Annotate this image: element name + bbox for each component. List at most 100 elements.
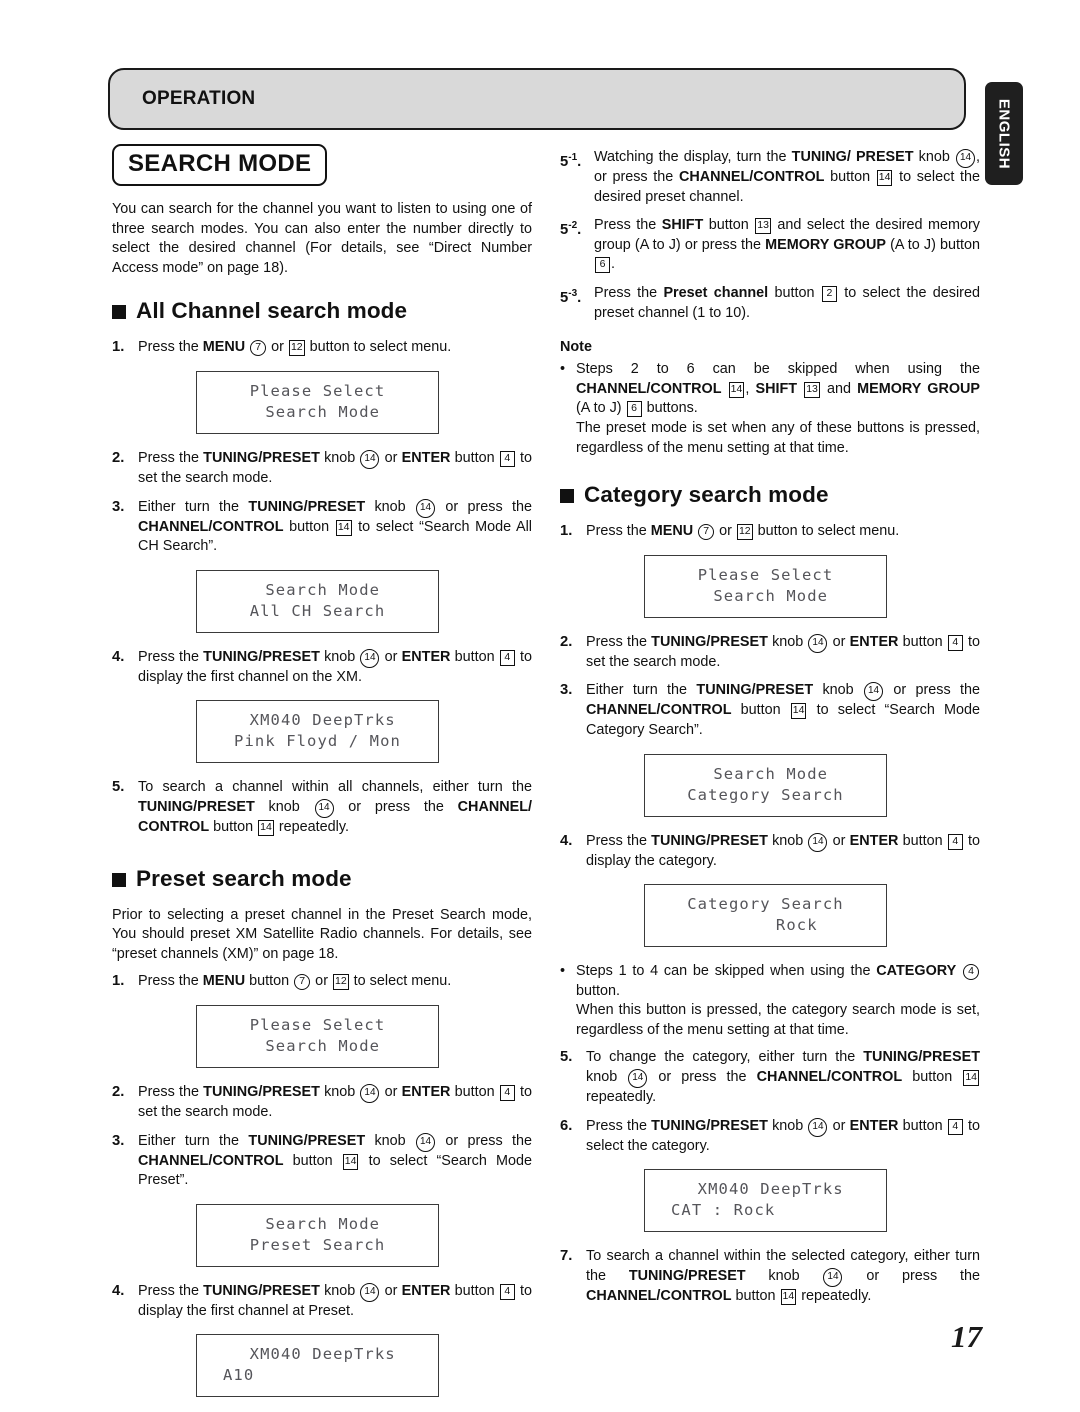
step-number: 3. xyxy=(112,1132,125,1149)
step-text: Press the MENU 7 or 12 button to select … xyxy=(138,339,452,357)
category-bullet-text: Steps 1 to 4 can be skipped when using t… xyxy=(576,963,980,1038)
subheading-category-search: Category search mode xyxy=(560,482,980,508)
language-tab-label: ENGLISH xyxy=(995,98,1013,169)
step-item: 1. Press the MENU 7 or 12 button to sele… xyxy=(560,522,980,542)
lcd-line-1: Search Mode xyxy=(254,580,381,599)
bullet-square-icon xyxy=(560,489,574,504)
subheading-preset-label: Preset search mode xyxy=(136,865,352,891)
step-text: Press the TUNING/PRESET knob 14 or ENTER… xyxy=(138,449,533,486)
lcd-line-1: XM040 DeepTrks xyxy=(239,1345,396,1364)
lcd-display: Category Search Rock xyxy=(644,884,887,948)
step-number: 2. xyxy=(112,449,125,466)
lcd-display: Please Select Search Mode xyxy=(196,1004,439,1068)
step-text: Press the MENU button 7 or 12 to select … xyxy=(138,973,452,991)
lcd-line-2: A10 xyxy=(223,1366,255,1385)
lcd-line-1: Search Mode xyxy=(702,764,829,783)
substep-text: Watching the display, turn the TUNING/ P… xyxy=(594,149,981,205)
step-number: 2. xyxy=(560,633,573,650)
lcd-line-2: Search Mode xyxy=(254,402,381,421)
step-text: Either turn the TUNING/PRESET knob 14 or… xyxy=(138,498,533,555)
bullet-dot-icon: • xyxy=(560,361,566,378)
step-item: 1. Press the MENU button 7 or 12 to sele… xyxy=(112,972,532,992)
lcd-line-2: Pink Floyd / Mon xyxy=(234,732,401,751)
step-number: 1. xyxy=(112,973,125,990)
step-number: 1. xyxy=(112,339,125,356)
lcd-line-1: Search Mode xyxy=(254,1214,381,1233)
step-text: Press the TUNING/PRESET knob 14 or ENTER… xyxy=(586,633,981,670)
right-column: 5-1. Watching the display, turn the TUNI… xyxy=(560,140,980,1315)
subheading-all-channel-search: All Channel search mode xyxy=(112,298,532,324)
step-text: Press the MENU 7 or 12 button to select … xyxy=(586,523,900,541)
step-text: Either turn the TUNING/PRESET knob 14 or… xyxy=(138,1132,533,1189)
substep-text: Press the Preset channel button 2 to sel… xyxy=(594,284,980,321)
note-heading: Note xyxy=(560,339,592,356)
step-item: 4. Press the TUNING/PRESET knob 14 or EN… xyxy=(560,832,980,872)
step-text: To search a channel within all channels,… xyxy=(138,779,533,836)
lcd-display: Search Mode Category Search xyxy=(644,753,887,817)
substep-item: 5-1. Watching the display, turn the TUNI… xyxy=(560,148,980,207)
step-text: To change the category, either turn the … xyxy=(586,1049,980,1106)
subheading-preset-search: Preset search mode xyxy=(112,866,532,892)
lcd-line-2: Rock xyxy=(713,916,818,935)
step-text: Press the TUNING/PRESET knob 14 or ENTER… xyxy=(138,1282,533,1319)
step-item: 4. Press the TUNING/PRESET knob 14 or EN… xyxy=(112,1282,532,1322)
lcd-display: XM040 DeepTrks Pink Floyd / Mon xyxy=(196,700,439,764)
step-number: 1. xyxy=(560,523,573,540)
step-text: Press the TUNING/PRESET knob 14 or ENTER… xyxy=(138,648,533,685)
step-number: 3. xyxy=(560,682,573,699)
step-item: 3. Either turn the TUNING/PRESET knob 14… xyxy=(112,1132,532,1191)
step-item: 5. To search a channel within all channe… xyxy=(112,778,532,837)
subheading-category-label: Category search mode xyxy=(584,482,829,508)
lcd-line-2: All CH Search xyxy=(249,601,386,620)
lcd-line-1: Please Select xyxy=(697,565,834,584)
lcd-line-2: Search Mode xyxy=(254,1036,381,1055)
step-item: 2. Press the TUNING/PRESET knob 14 or EN… xyxy=(560,633,980,673)
substep-number: 5-2. xyxy=(560,220,582,239)
lcd-line-1: Please Select xyxy=(249,381,386,400)
step-number: 6. xyxy=(560,1117,573,1134)
step-number: 4. xyxy=(112,1282,125,1299)
step-text: To search a channel within the selected … xyxy=(586,1248,980,1305)
step-text: Press the TUNING/PRESET knob 14 or ENTER… xyxy=(586,832,981,869)
page-number: 17 xyxy=(951,1319,982,1354)
subheading-all-channel-label: All Channel search mode xyxy=(136,298,408,324)
manual-page: OPERATION ENGLISH SEARCH MODE You can se… xyxy=(0,0,1080,1398)
page-title-pill: SEARCH MODE xyxy=(112,144,328,186)
step-number: 4. xyxy=(560,832,573,849)
substep-number: 5-3. xyxy=(560,287,582,306)
step-number: 5. xyxy=(112,779,125,796)
substep-number: 5-1. xyxy=(560,152,582,170)
step-item: 7. To search a channel within the select… xyxy=(560,1247,980,1306)
operation-section-bar: OPERATION xyxy=(108,68,966,130)
step-item: 3. Either turn the TUNING/PRESET knob 14… xyxy=(112,498,532,557)
step-number: 7. xyxy=(560,1248,573,1265)
substep-text: Press the SHIFT button 13 and select the… xyxy=(594,217,980,274)
lcd-line-1: Category Search xyxy=(687,895,844,914)
step-item: 5. To change the category, either turn t… xyxy=(560,1048,980,1107)
step-text: Either turn the TUNING/PRESET knob 14 or… xyxy=(586,682,981,738)
lcd-line-1: XM040 DeepTrks xyxy=(687,1180,844,1199)
lcd-line-2: CAT : Rock xyxy=(671,1201,776,1220)
bullet-square-icon xyxy=(112,872,126,887)
category-bullet: • Steps 1 to 4 can be skipped when using… xyxy=(560,962,980,1040)
step-item: 4. Press the TUNING/PRESET knob 14 or EN… xyxy=(112,648,532,688)
preset-intro-paragraph: Prior to selecting a preset channel in t… xyxy=(112,906,532,962)
substep-item: 5-2. Press the SHIFT button 13 and selec… xyxy=(560,216,980,275)
lcd-display: XM040 DeepTrks CAT : Rock xyxy=(644,1169,887,1233)
lcd-display: Search Mode All CH Search xyxy=(196,569,439,633)
step-item: 6. Press the TUNING/PRESET knob 14 or EN… xyxy=(560,1117,980,1157)
page-title: SEARCH MODE xyxy=(128,150,312,177)
step-text: Press the TUNING/PRESET knob 14 or ENTER… xyxy=(586,1117,981,1154)
lcd-display: XM040 DeepTrks A10 xyxy=(196,1334,439,1398)
step-text: Press the TUNING/PRESET knob 14 or ENTER… xyxy=(138,1083,533,1120)
lcd-display: Please Select Search Mode xyxy=(196,370,439,434)
substep-item: 5-3. Press the Preset channel button 2 t… xyxy=(560,284,980,323)
lcd-line-1: XM040 DeepTrks xyxy=(239,711,396,730)
operation-section-label: OPERATION xyxy=(142,88,256,109)
note-bullet-text: Steps 2 to 6 can be skipped when using t… xyxy=(576,361,981,456)
step-number: 3. xyxy=(112,498,125,515)
lcd-line-2: Search Mode xyxy=(702,586,829,605)
bullet-dot-icon: • xyxy=(560,963,566,980)
intro-paragraph: You can search for the channel you want … xyxy=(112,201,532,276)
step-item: 2. Press the TUNING/PRESET knob 14 or EN… xyxy=(112,449,532,489)
